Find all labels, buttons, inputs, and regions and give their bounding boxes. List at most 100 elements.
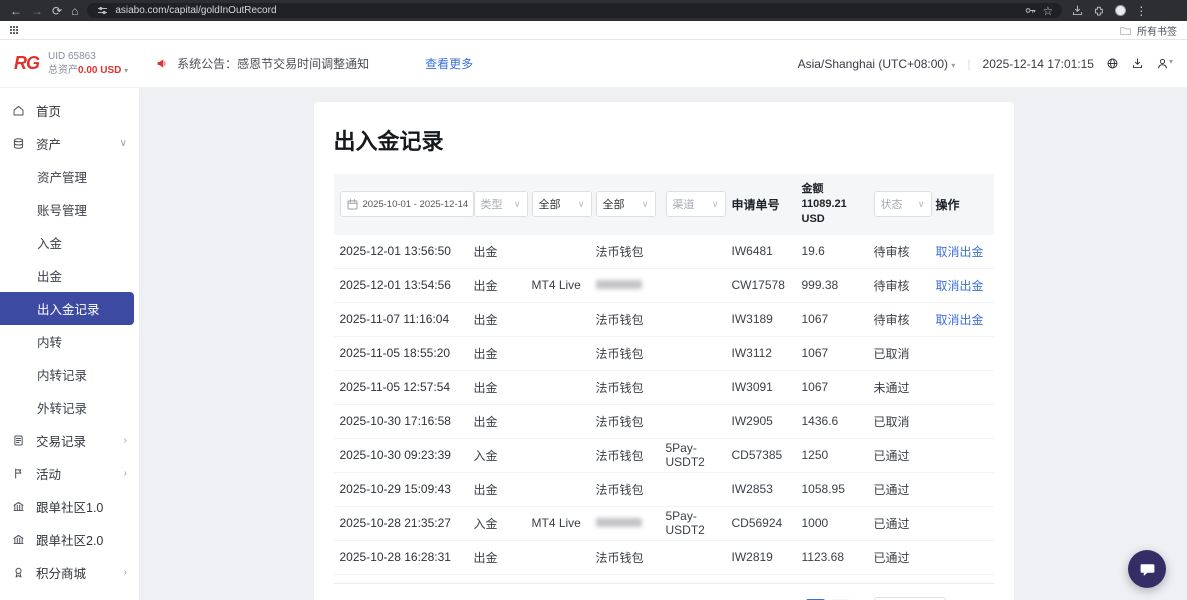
header-actions: Asia/Shanghai (UTC+08:00) ▾ | 2025-12-14… (798, 57, 1173, 71)
cell-time: 2025-11-07 11:16:04 (334, 312, 474, 326)
cell-order: IW2905 (732, 414, 802, 428)
cancel-withdraw-link[interactable]: 取消出金 (936, 245, 984, 259)
cell-type: 出金 (474, 413, 532, 430)
password-key-icon[interactable] (1024, 4, 1037, 17)
sidebar-item-3[interactable]: 账号管理 (0, 193, 139, 226)
cell-type: 出金 (474, 311, 532, 328)
amount-total: 11089.21 (802, 197, 870, 212)
sidebar-item-label: 入金 (37, 233, 62, 252)
all-bookmarks[interactable]: 所有书签 (1119, 23, 1177, 38)
sidebar-item-9[interactable]: 外转记录 (0, 391, 139, 424)
table-row: 2025-12-01 13:54:56出金MT4 LiveCW17578999.… (334, 269, 994, 303)
page-size-select[interactable]: 10条/页∨ (874, 597, 946, 600)
channel-filter[interactable]: 渠道∨ (666, 191, 726, 217)
site-info-icon[interactable] (96, 4, 109, 17)
sidebar-item-10[interactable]: 交易记录› (0, 424, 139, 457)
cell-amount: 1067 (802, 380, 874, 394)
apps-grid-icon[interactable] (10, 26, 18, 34)
chevron-right-icon: › (124, 567, 127, 578)
downloads-icon[interactable] (1071, 4, 1084, 17)
cell-order: IW3189 (732, 312, 802, 326)
table-row: 2025-12-01 13:56:50出金法币钱包IW648119.6待审核取消… (334, 235, 994, 269)
table-row: 2025-11-07 11:16:04出金 法币钱包 IW31891067待审核取消… (334, 303, 994, 337)
date-range-picker[interactable]: 2025-10-01 - 2025-12-14 (340, 191, 474, 217)
sidebar-item-11[interactable]: 活动› (0, 457, 139, 490)
language-globe-icon[interactable] (1106, 57, 1119, 70)
sidebar-item-label: 出金 (37, 266, 62, 285)
type-filter[interactable]: 类型∨ (474, 191, 528, 217)
download-icon[interactable] (1131, 57, 1144, 70)
cell-time: 2025-11-05 12:57:54 (334, 380, 474, 394)
sidebar-item-13[interactable]: 跟单社区2.0 (0, 523, 139, 556)
chat-widget-button[interactable] (1128, 550, 1166, 588)
chevron-down-icon: ∨ (712, 199, 719, 210)
calendar-icon (346, 198, 359, 211)
extensions-icon[interactable] (1093, 4, 1106, 17)
community-icon (12, 533, 27, 546)
chevron-down-icon: ∨ (120, 138, 127, 149)
cell-amount: 1250 (802, 448, 874, 462)
cell-wallet: 法币钱包 (596, 379, 666, 396)
cancel-withdraw-link[interactable]: 取消出金 (936, 313, 984, 327)
refresh-icon[interactable]: ⟳ (52, 5, 62, 17)
account-summary[interactable]: UID 65863 总资产0.00 USD ▾ (48, 50, 128, 77)
amount-label: 金额 (802, 182, 870, 197)
user-menu[interactable]: ▾ (1156, 57, 1173, 70)
redacted-account (596, 518, 642, 527)
view-more-link[interactable]: 查看更多 (425, 55, 473, 72)
page-shell: 首页资产∨资产管理账号管理入金出金出入金记录内转内转记录外转记录交易记录›活动›… (0, 88, 1187, 600)
sidebar-item-15[interactable]: 隐藏目录 (0, 589, 139, 600)
sidebar-item-6[interactable]: 出入金记录 (0, 292, 134, 325)
cell-amount: 999.38 (802, 278, 874, 292)
records-card: 出入金记录 2025-10-01 - 2025-12-14 类型∨ 全部∨ 全部… (314, 102, 1014, 600)
sidebar-menu: 首页资产 ∨ 资产管理账号管理入金出金出入金记录内转内转记录外转记录交易记录›活动›… (0, 88, 140, 600)
sidebar-item-label: 内转 (37, 332, 62, 351)
sidebar-item-2[interactable]: 资产管理 (0, 160, 139, 193)
bookmark-star-icon[interactable]: ☆ (1043, 5, 1054, 17)
sidebar-item-12[interactable]: 跟单社区1.0 (0, 490, 139, 523)
type-filter-label: 类型 (481, 196, 503, 212)
menu-dots-icon[interactable]: ⋮ (1135, 5, 1147, 17)
url-text: asiabo.com/capital/goldInOutRecord (115, 5, 276, 16)
page-title: 出入金记录 (334, 124, 994, 156)
sidebar-item-5[interactable]: 出金 (0, 259, 139, 292)
person-icon (1156, 57, 1169, 70)
cell-time: 2025-10-30 17:16:58 (334, 414, 474, 428)
cell-status: 待审核 (874, 243, 936, 260)
sidebar-item-label: 跟单社区1.0 (36, 497, 103, 516)
sidebar-item-0[interactable]: 首页 (0, 94, 139, 127)
chevron-right-icon: › (124, 468, 127, 479)
cell-type: 出金 (474, 277, 532, 294)
points-icon (12, 566, 27, 579)
cell-account: MT4 Live (532, 516, 596, 530)
table-row: 2025-10-30 09:23:39入金法币钱包5Pay-USDT2CD573… (334, 439, 994, 473)
cell-status: 待审核 (874, 311, 936, 328)
logo[interactable]: RG (14, 53, 39, 74)
sidebar-item-7[interactable]: 内转 (0, 325, 139, 358)
sidebar-item-4[interactable]: 入金 (0, 226, 139, 259)
timezone-selector[interactable]: Asia/Shanghai (UTC+08:00) ▾ (798, 57, 956, 71)
cell-wallet: 法币钱包 (596, 447, 666, 464)
account-filter[interactable]: 全部∨ (532, 191, 592, 217)
cell-type: 入金 (474, 447, 532, 464)
cell-wallet: 法币钱包 (596, 311, 666, 328)
chevron-down-icon: ▾ (124, 66, 128, 75)
all-bookmarks-label: 所有书签 (1137, 23, 1177, 38)
total-assets: 总资产0.00 USD ▾ (48, 64, 128, 78)
cell-amount: 1067 (802, 312, 874, 326)
sidebar-item-1[interactable]: 资产 ∨ (0, 127, 139, 160)
sidebar-item-8[interactable]: 内转记录 (0, 358, 139, 391)
sidebar-item-14[interactable]: 积分商城› (0, 556, 139, 589)
cell-wallet: 法币钱包 (596, 345, 666, 362)
address-bar[interactable]: asiabo.com/capital/goldInOutRecord ☆ (87, 3, 1062, 18)
sidebar-item-label: 资产 (36, 134, 61, 153)
wallet-filter[interactable]: 全部∨ (596, 191, 656, 217)
bookmarks-bar: 所有书签 (0, 21, 1187, 40)
folder-icon (1119, 24, 1132, 37)
profile-avatar[interactable] (1115, 5, 1126, 16)
cancel-withdraw-link[interactable]: 取消出金 (936, 279, 984, 293)
status-filter[interactable]: 状态∨ (874, 191, 932, 217)
forward-icon[interactable]: → (31, 5, 43, 17)
browser-home-icon[interactable]: ⌂ (71, 5, 78, 17)
back-icon[interactable]: ← (10, 5, 22, 17)
